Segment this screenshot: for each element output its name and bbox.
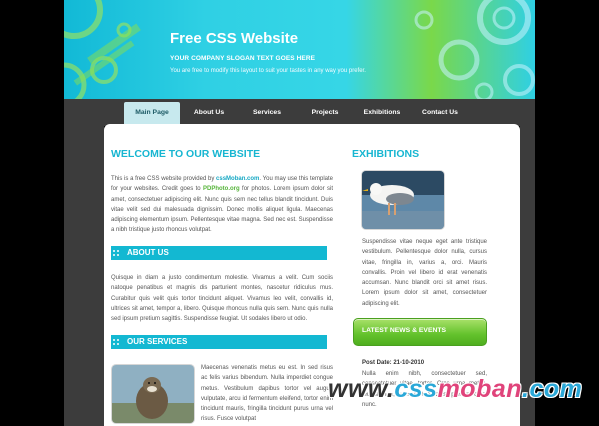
- watermark-com: .com: [522, 375, 583, 403]
- cssmoban-watermark: www.cssmoban.com: [328, 375, 582, 404]
- marmot-photo: [111, 364, 195, 424]
- watermark-moban: moban: [437, 375, 523, 403]
- nav-projects[interactable]: Projects: [300, 104, 350, 122]
- services-band: OUR SERVICES: [111, 335, 327, 349]
- post-date: Post Date: 21-10-2010: [362, 360, 425, 366]
- services-paragraph: Maecenas venenatis metus eu est. In sed …: [201, 365, 333, 423]
- about-band: ABOUT US: [111, 246, 327, 260]
- intro-text-rest: for photos. Lorem ipsum dolor sit amet, …: [111, 186, 333, 234]
- pdphoto-link[interactable]: PDPhoto.org: [203, 186, 240, 192]
- watermark-www: www.: [328, 375, 395, 403]
- nav-about-us[interactable]: About Us: [184, 104, 234, 122]
- nav-main-page[interactable]: Main Page: [124, 102, 180, 124]
- site-slogan-subtext: You are free to modify this layout to su…: [170, 68, 366, 74]
- site-header: [64, 0, 535, 99]
- header-decoration: [64, 0, 535, 99]
- exhibitions-paragraph: Suspendisse vitae neque eget ante tristi…: [362, 239, 487, 307]
- site-slogan: YOUR COMPANY SLOGAN TEXT GOES HERE: [170, 55, 316, 62]
- latest-news-button[interactable]: LATEST NEWS & EVENTS: [353, 318, 487, 346]
- services-heading: OUR SERVICES: [127, 337, 188, 346]
- welcome-heading: WELCOME TO OUR WEBSITE: [111, 148, 261, 160]
- latest-news-label: LATEST NEWS & EVENTS: [362, 327, 447, 334]
- cssmoban-link[interactable]: cssMoban.com: [216, 176, 259, 182]
- nav-contact-us[interactable]: Contact Us: [414, 104, 466, 122]
- watermark-css: css: [394, 375, 438, 403]
- welcome-paragraph: This is a free CSS website provided by c…: [111, 174, 333, 236]
- site-title: Free CSS Website: [170, 30, 299, 47]
- seagull-image: [362, 171, 444, 229]
- about-paragraph: Quisque in diam a justo condimentum mole…: [111, 275, 333, 323]
- nav-services[interactable]: Services: [242, 104, 292, 122]
- seagull-photo: [361, 170, 445, 230]
- left-gutter: [64, 126, 104, 426]
- intro-text: This is a free CSS website provided by: [111, 176, 217, 182]
- exhibitions-heading: EXHIBITIONS: [352, 148, 420, 160]
- nav-exhibitions[interactable]: Exhibitions: [356, 104, 408, 122]
- band-dots-icon: [113, 339, 121, 345]
- about-heading: ABOUT US: [127, 248, 169, 257]
- marmot-image: [112, 365, 194, 423]
- band-dots-icon: [113, 250, 121, 256]
